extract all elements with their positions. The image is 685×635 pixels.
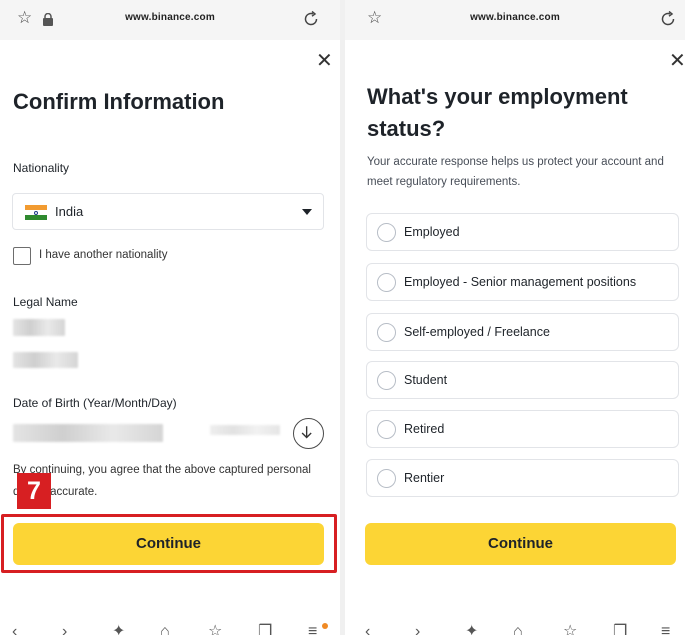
page-subtitle: Your accurate response helps us protect …: [367, 156, 664, 188]
menu-icon[interactable]: ≡: [308, 624, 317, 635]
ai-sparkle-icon[interactable]: ✦: [465, 624, 478, 635]
page-title: Confirm Information: [13, 89, 225, 114]
legal-name-label: Legal Name: [13, 295, 78, 309]
option-self-employed[interactable]: Self-employed / Freelance: [366, 313, 679, 351]
confirm-information-screen: ☆ www.binance.com ✕ Confirm Information …: [0, 0, 340, 635]
radio-button[interactable]: [377, 273, 396, 292]
redacted-date-of-birth-extra: [210, 425, 280, 435]
option-employed[interactable]: Employed: [366, 213, 679, 251]
radio-button[interactable]: [377, 223, 396, 242]
browser-url-bar-right[interactable]: ☆ www.binance.com: [345, 0, 685, 40]
reload-icon[interactable]: [659, 10, 677, 28]
option-label: Student: [404, 373, 448, 387]
page-title: What's your employment status?: [367, 84, 628, 141]
bookmark-icon[interactable]: ☆: [208, 624, 222, 635]
redacted-first-name: [13, 319, 65, 336]
radio-button[interactable]: [377, 371, 396, 390]
nationality-value: India: [55, 204, 84, 219]
option-label: Retired: [404, 422, 445, 436]
continue-button[interactable]: Continue: [365, 523, 676, 565]
option-retired[interactable]: Retired: [366, 410, 679, 448]
option-label: Employed: [404, 225, 460, 239]
nationality-select[interactable]: India: [12, 193, 324, 230]
download-icon[interactable]: [293, 418, 324, 449]
dob-label: Date of Birth (Year/Month/Day): [13, 396, 177, 410]
panel-divider: [340, 0, 345, 635]
radio-button[interactable]: [377, 420, 396, 439]
india-flag-icon: [25, 205, 47, 220]
caret-down-icon: [302, 209, 312, 215]
menu-icon[interactable]: ≡: [661, 624, 670, 635]
redacted-date-of-birth: [13, 424, 163, 442]
reload-icon[interactable]: [302, 10, 320, 28]
another-nationality-label[interactable]: I have another nationality: [39, 249, 168, 261]
url-text[interactable]: www.binance.com: [0, 12, 340, 23]
option-employed-senior-management[interactable]: Employed - Senior management positions: [366, 263, 679, 301]
radio-button[interactable]: [377, 469, 396, 488]
back-icon[interactable]: ‹: [12, 624, 17, 635]
bookmark-icon[interactable]: ☆: [563, 624, 577, 635]
step-number-badge: 7: [17, 473, 51, 509]
forward-icon[interactable]: ›: [62, 624, 67, 635]
option-rentier[interactable]: Rentier: [366, 459, 679, 497]
option-student[interactable]: Student: [366, 361, 679, 399]
nationality-label: Nationality: [13, 161, 70, 175]
browser-bottom-nav: ‹ › ✦ ⌂ ☆ ❐ ≡: [345, 610, 685, 635]
continue-button[interactable]: Continue: [13, 523, 324, 565]
option-label: Employed - Senior management positions: [404, 275, 637, 289]
close-icon[interactable]: ✕: [669, 51, 685, 71]
browser-url-bar[interactable]: ☆ www.binance.com: [0, 0, 340, 40]
option-label: Rentier: [404, 471, 445, 485]
browser-bottom-nav: ‹ › ✦ ⌂ ☆ ❐ ≡: [0, 610, 340, 635]
tabs-icon[interactable]: ❐: [613, 624, 627, 635]
ai-sparkle-icon[interactable]: ✦: [112, 624, 125, 635]
back-icon[interactable]: ‹: [365, 624, 370, 635]
redacted-last-name: [13, 352, 78, 368]
forward-icon[interactable]: ›: [415, 624, 420, 635]
another-nationality-checkbox[interactable]: [13, 247, 31, 265]
tabs-icon[interactable]: ❐: [258, 624, 272, 635]
close-icon[interactable]: ✕: [316, 51, 333, 71]
home-icon[interactable]: ⌂: [513, 624, 523, 635]
url-text[interactable]: www.binance.com: [345, 12, 685, 23]
disclaimer-text: By continuing, you agree that the above …: [13, 464, 311, 498]
notification-dot: [322, 623, 328, 629]
home-icon[interactable]: ⌂: [160, 624, 170, 635]
radio-button[interactable]: [377, 323, 396, 342]
option-label: Self-employed / Freelance: [404, 325, 550, 339]
